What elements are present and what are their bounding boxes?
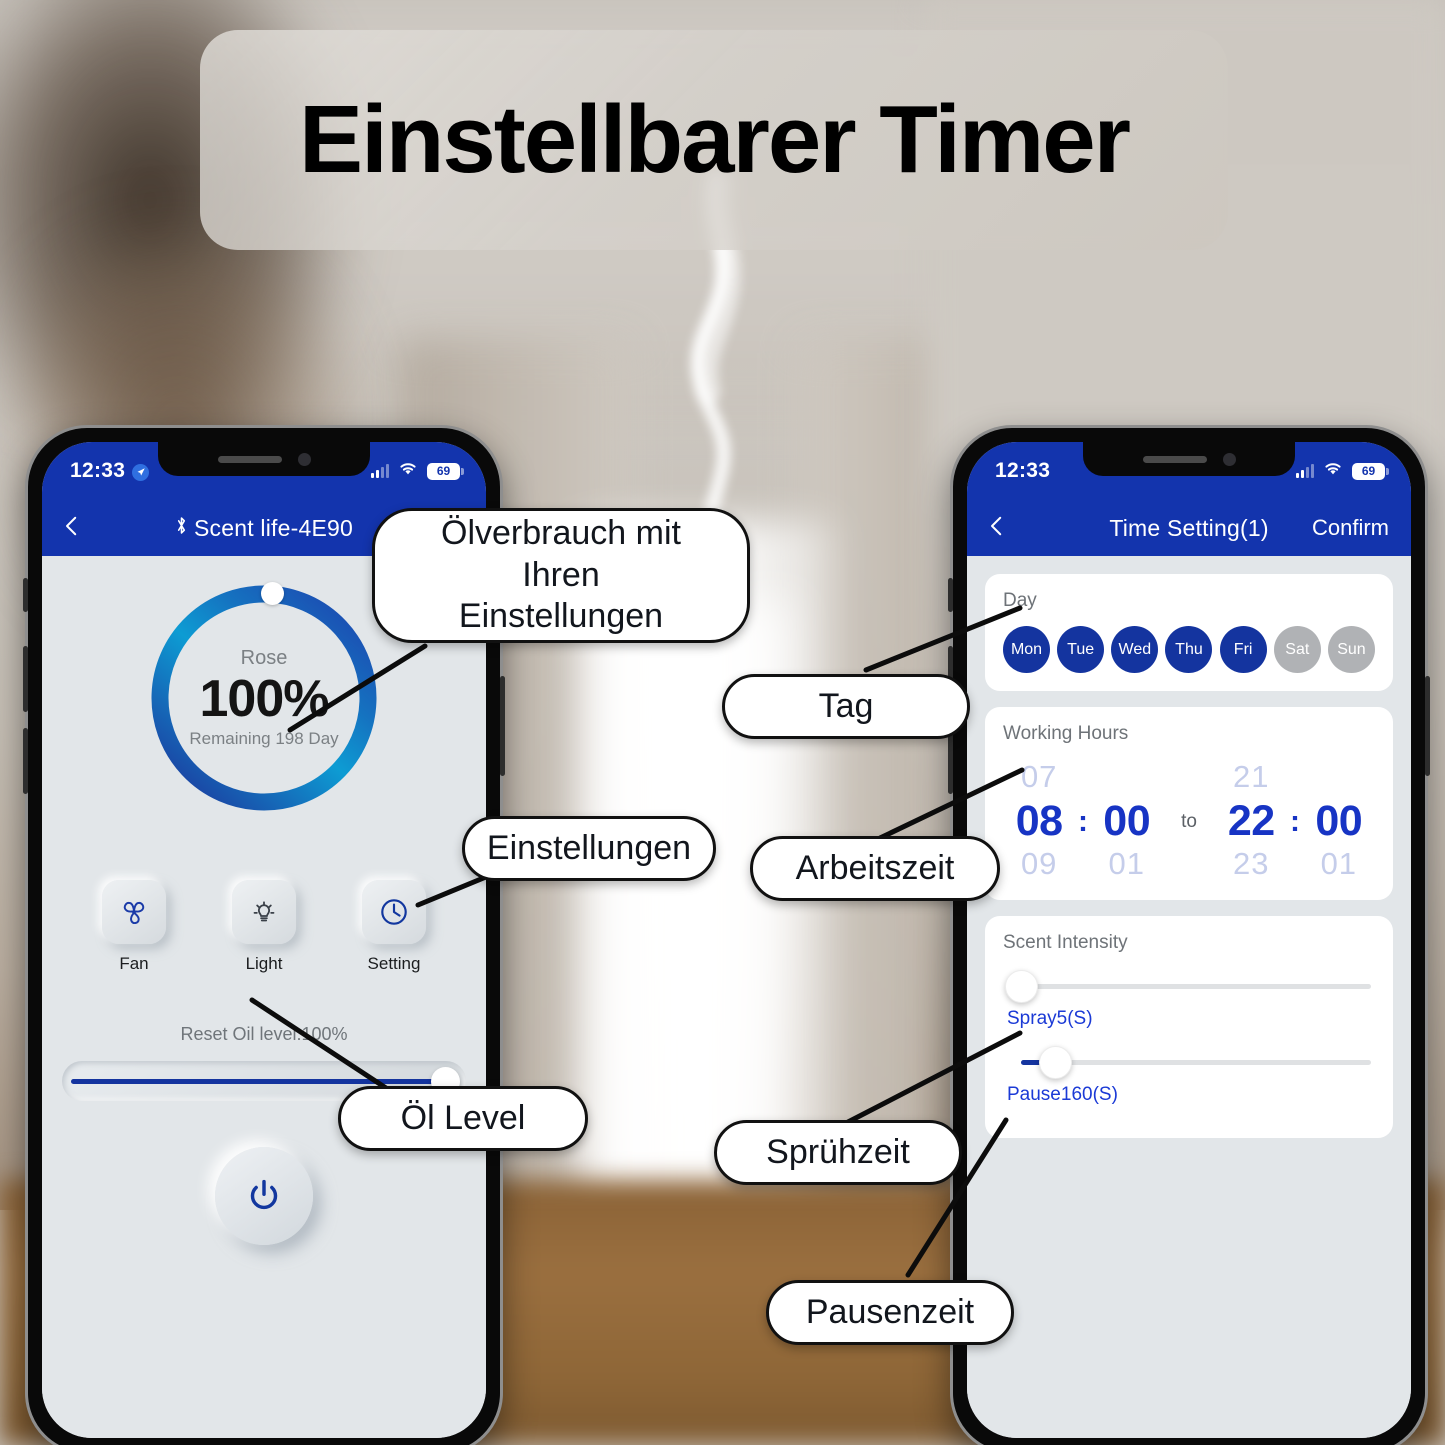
callout-settings: Einstellungen [462, 816, 716, 881]
callout-pause: Pausenzeit [766, 1280, 1014, 1345]
callout-working-hours-text: Arbeitszeit [795, 849, 955, 887]
callout-oil-level: Öl Level [338, 1086, 588, 1151]
callout-spray-text: Sprühzeit [766, 1133, 910, 1171]
leader-spray [845, 1030, 1023, 1125]
leader-oil-consumption [287, 643, 428, 733]
callout-working-hours: Arbeitszeit [750, 836, 1000, 901]
callout-oil-consumption-text: Ölverbrauch mit Ihren Einstellungen [441, 514, 681, 636]
leader-working [877, 767, 1025, 841]
leader-oil-level [249, 997, 395, 1095]
leader-day [863, 605, 1023, 673]
callout-spray: Sprühzeit [714, 1120, 962, 1185]
callout-leader-lines [0, 0, 1445, 1445]
callout-settings-text: Einstellungen [486, 829, 692, 867]
callout-oil-level-text: Öl Level [400, 1099, 526, 1137]
callout-day: Tag [722, 674, 970, 739]
callout-pause-text: Pausenzeit [805, 1293, 975, 1331]
callout-oil-consumption: Ölverbrauch mit Ihren Einstellungen [372, 508, 750, 643]
poster-canvas: Einstellbarer Timer 12:33 69 Scent life-… [0, 0, 1445, 1445]
callout-day-text: Tag [818, 687, 874, 725]
